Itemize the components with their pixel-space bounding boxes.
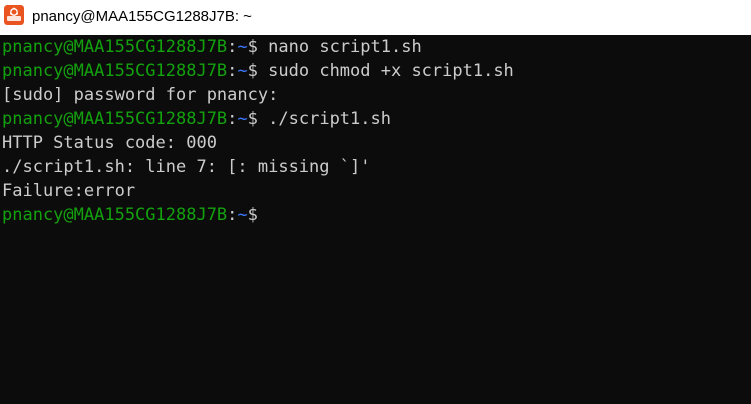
window-title: pnancy@MAA155CG1288J7B: ~ bbox=[32, 8, 252, 25]
prompt-separator: : bbox=[227, 61, 238, 81]
command-text: sudo chmod +x script1.sh bbox=[257, 61, 514, 81]
prompt-user: pnancy@MAA155CG1288J7B bbox=[2, 61, 228, 81]
prompt-symbol: $ bbox=[247, 109, 258, 129]
prompt-symbol: $ bbox=[247, 61, 258, 81]
prompt-separator: : bbox=[227, 37, 238, 57]
command-text: ./script1.sh bbox=[257, 109, 391, 129]
prompt-separator: : bbox=[227, 109, 238, 129]
output-text: ./script1.sh: line 7: [: missing `]' bbox=[2, 157, 371, 177]
output-line: [sudo] password for pnancy: bbox=[2, 83, 747, 107]
prompt-user: pnancy@MAA155CG1288J7B bbox=[2, 37, 228, 57]
output-line: ./script1.sh: line 7: [: missing `]' bbox=[2, 155, 747, 179]
prompt-symbol: $ bbox=[247, 205, 258, 225]
prompt-symbol: $ bbox=[247, 37, 258, 57]
prompt-path: ~ bbox=[237, 37, 248, 57]
output-line: Failure:error bbox=[2, 179, 747, 203]
prompt-user: pnancy@MAA155CG1288J7B bbox=[2, 109, 228, 129]
ubuntu-icon bbox=[4, 5, 24, 25]
prompt-line: pnancy@MAA155CG1288J7B:~$ ./script1.sh bbox=[2, 107, 747, 131]
prompt-user: pnancy@MAA155CG1288J7B bbox=[2, 205, 228, 225]
terminal-output[interactable]: pnancy@MAA155CG1288J7B:~$ nano script1.s… bbox=[2, 35, 747, 404]
prompt-line: pnancy@MAA155CG1288J7B:~$ sudo chmod +x … bbox=[2, 59, 747, 83]
prompt-line: pnancy@MAA155CG1288J7B:~$ nano script1.s… bbox=[2, 35, 747, 59]
output-text: Failure:error bbox=[2, 181, 136, 201]
title-bar[interactable]: pnancy@MAA155CG1288J7B: ~ bbox=[0, 0, 751, 35]
output-text: [sudo] password for pnancy: bbox=[2, 85, 279, 105]
output-text: HTTP Status code: 000 bbox=[2, 133, 217, 153]
output-line: HTTP Status code: 000 bbox=[2, 131, 747, 155]
prompt-separator: : bbox=[227, 205, 238, 225]
command-text: nano script1.sh bbox=[257, 37, 422, 57]
terminal-window: pnancy@MAA155CG1288J7B: ~ pnancy@MAA155C… bbox=[0, 0, 751, 404]
prompt-path: ~ bbox=[237, 109, 248, 129]
prompt-path: ~ bbox=[237, 205, 248, 225]
prompt-path: ~ bbox=[237, 61, 248, 81]
prompt-line: pnancy@MAA155CG1288J7B:~$ bbox=[2, 203, 747, 227]
